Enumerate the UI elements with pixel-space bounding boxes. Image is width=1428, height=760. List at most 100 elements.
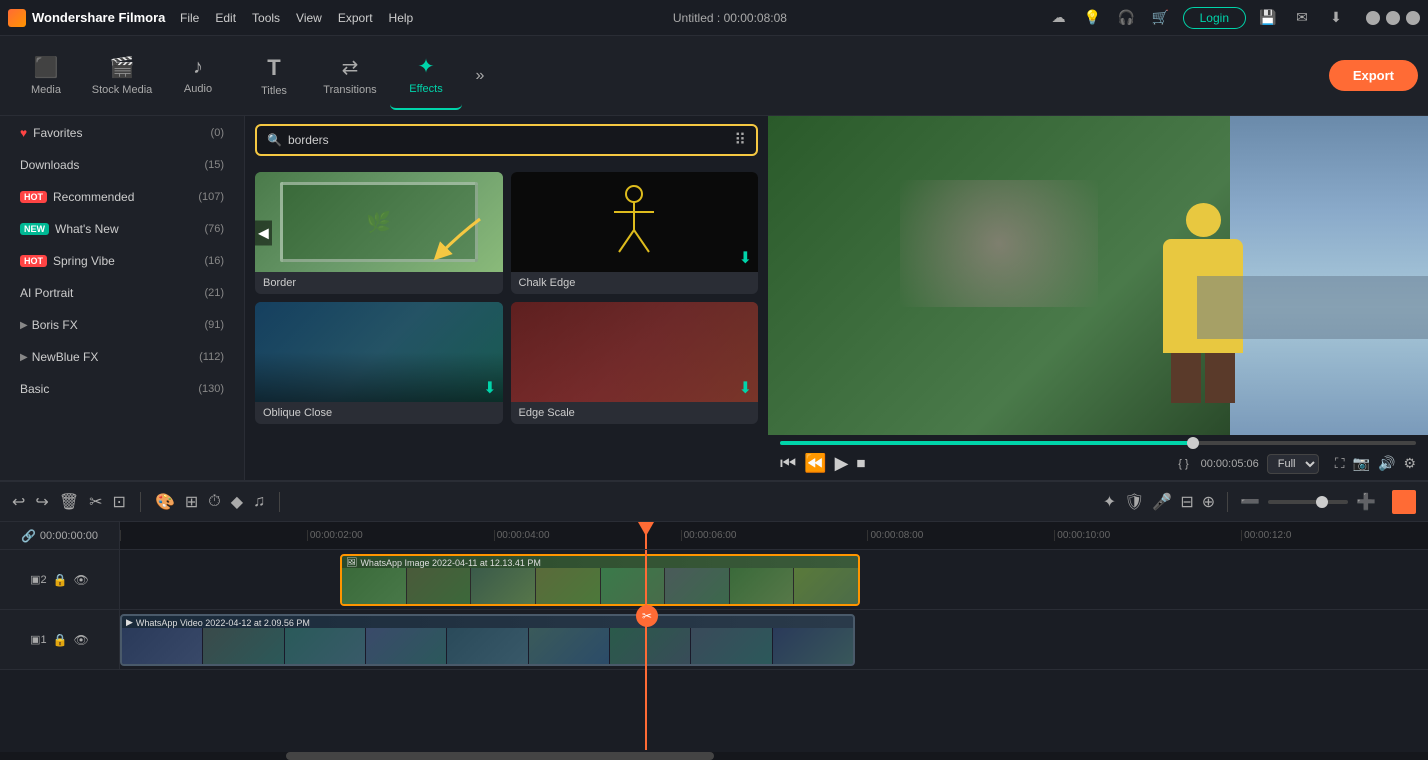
sidebar-item-downloads[interactable]: Downloads (15) bbox=[6, 150, 238, 180]
fullscreen-icon[interactable]: ⛶ bbox=[1335, 455, 1345, 472]
video-clip-2[interactable]: ▶ WhatsApp Video 2022-04-12 at 2.09.56 P… bbox=[120, 614, 855, 666]
export-button[interactable]: Export bbox=[1329, 60, 1418, 91]
tool-audio-label: Audio bbox=[184, 83, 212, 95]
effect-card-chalk-edge[interactable]: ⬇ Chalk Edge bbox=[511, 172, 759, 294]
mail-icon[interactable]: ✉ bbox=[1290, 6, 1314, 30]
tool-media[interactable]: ⬛ Media bbox=[10, 42, 82, 110]
login-button[interactable]: Login bbox=[1183, 7, 1246, 29]
edge-scale-download-icon[interactable]: ⬇ bbox=[739, 378, 752, 398]
timeline-ruler: 🔗 00:00:00:00 00:00:02:00 00:00:04:00 00… bbox=[0, 522, 1428, 550]
maximize-button[interactable]: □ bbox=[1386, 11, 1400, 25]
tool-stock-media[interactable]: 🎬 Stock Media bbox=[86, 42, 158, 110]
tool-transitions[interactable]: ⇄ Transitions bbox=[314, 42, 386, 110]
menu-view[interactable]: View bbox=[296, 11, 322, 25]
timeline: ↩ ↪ 🗑 ✂ ⊡ 🎨 ⊞ ⏱ ◆ ♫ ✦ 🛡 🎤 ⊟ ⊕ ➖ ➕ 🔗 bbox=[0, 480, 1428, 760]
cart-icon[interactable]: 🛒 bbox=[1149, 6, 1173, 30]
grid-toggle-icon[interactable]: ⠿ bbox=[734, 130, 746, 150]
sidebar-item-spring-vibe[interactable]: HOT Spring Vibe (16) bbox=[6, 246, 238, 276]
transform-button[interactable]: ⊞ bbox=[185, 492, 198, 512]
shield-button[interactable]: 🛡 bbox=[1124, 492, 1144, 512]
step-back-button[interactable]: ⏪ bbox=[804, 453, 826, 474]
audio-btn[interactable]: ♫ bbox=[253, 493, 265, 511]
effects-panel: 🔍 ⠿ bbox=[245, 116, 768, 480]
download-icon[interactable]: ⬇ bbox=[1324, 6, 1348, 30]
timeline-scrollbar[interactable] bbox=[0, 752, 1428, 760]
track-1-lock-icon[interactable]: 🔒 bbox=[53, 573, 68, 587]
track-row-1: ▣2 🔒 👁 🖼 WhatsApp Image 2022-04-11 at 12… bbox=[0, 550, 1428, 610]
track-1-eye-icon[interactable]: 👁 bbox=[74, 573, 89, 587]
zoom-in-button[interactable]: ➕ bbox=[1356, 492, 1376, 512]
oblique-close-download-icon[interactable]: ⬇ bbox=[483, 378, 496, 398]
volume-icon[interactable]: 🔊 bbox=[1378, 455, 1395, 472]
cloud-icon[interactable]: ☁ bbox=[1047, 6, 1071, 30]
effect-border-name: Border bbox=[255, 272, 503, 294]
screenshot-icon[interactable]: 📷 bbox=[1353, 455, 1370, 472]
sidebar-item-boris-fx[interactable]: ▶ Boris FX (91) bbox=[6, 310, 238, 340]
track-2-lock-icon[interactable]: 🔒 bbox=[53, 633, 68, 647]
link-icon[interactable]: 🔗 bbox=[21, 529, 36, 543]
redo-button[interactable]: ↪ bbox=[35, 492, 48, 512]
scroll-left-arrow[interactable]: ◀ bbox=[255, 221, 272, 246]
effect-card-oblique-close[interactable]: ⬇ Oblique Close bbox=[255, 302, 503, 424]
sidebar-item-favorites[interactable]: ♥ Favorites (0) bbox=[6, 118, 238, 148]
save-icon[interactable]: 💾 bbox=[1256, 6, 1280, 30]
split-button[interactable]: ⊟ bbox=[1180, 492, 1193, 512]
effect-thumb-border: 🌿 bbox=[255, 172, 503, 272]
chalk-edge-download-icon[interactable]: ⬇ bbox=[739, 248, 752, 268]
tool-audio[interactable]: ♪ Audio bbox=[162, 42, 234, 110]
sidebar-boris-fx-count: (91) bbox=[204, 319, 224, 331]
headphone-icon[interactable]: 🎧 bbox=[1115, 6, 1139, 30]
progress-bar[interactable] bbox=[780, 441, 1416, 445]
sidebar-item-whats-new[interactable]: NEW What's New (76) bbox=[6, 214, 238, 244]
effects-grid-container: 🌿 Border ◀ bbox=[245, 164, 768, 432]
sidebar-recommended-count: (107) bbox=[198, 191, 224, 203]
zoom-slider[interactable] bbox=[1268, 500, 1348, 504]
tool-titles[interactable]: T Titles bbox=[238, 42, 310, 110]
cut-button[interactable]: ✂ bbox=[89, 492, 102, 512]
delete-button[interactable]: 🗑 bbox=[59, 492, 79, 512]
stock-media-icon: 🎬 bbox=[110, 55, 135, 80]
timer-button[interactable]: ⏱ bbox=[208, 493, 220, 511]
keyframe-button[interactable]: ◆ bbox=[231, 492, 243, 512]
sidebar: ♥ Favorites (0) Downloads (15) HOT Recom… bbox=[0, 116, 245, 480]
menu-help[interactable]: Help bbox=[389, 11, 414, 25]
sidebar-item-basic[interactable]: Basic (130) bbox=[6, 374, 238, 404]
tool-effects[interactable]: ✦ Effects bbox=[390, 42, 462, 110]
more-tools-button[interactable]: » bbox=[466, 62, 494, 90]
minimize-button[interactable]: — bbox=[1366, 11, 1380, 25]
close-button[interactable]: ✕ bbox=[1406, 11, 1420, 25]
track-label-2: ▣1 🔒 👁 bbox=[0, 610, 120, 669]
bulb-icon[interactable]: 💡 bbox=[1081, 6, 1105, 30]
color-button[interactable]: 🎨 bbox=[155, 492, 175, 512]
track-2-eye-icon[interactable]: 👁 bbox=[74, 633, 89, 647]
effects-tl-button[interactable]: ✦ bbox=[1103, 492, 1116, 512]
menu-edit[interactable]: Edit bbox=[215, 11, 236, 25]
transitions-icon: ⇄ bbox=[342, 55, 359, 80]
sidebar-item-ai-portrait[interactable]: AI Portrait (21) bbox=[6, 278, 238, 308]
crop-button[interactable]: ⊡ bbox=[113, 492, 126, 512]
menu-export[interactable]: Export bbox=[338, 11, 373, 25]
search-input[interactable] bbox=[288, 133, 728, 147]
menu-tools[interactable]: Tools bbox=[252, 11, 280, 25]
effect-thumb-edge bbox=[511, 302, 759, 402]
quality-select[interactable]: Full 1/2 1/4 bbox=[1267, 454, 1319, 474]
zoom-out-button[interactable]: ➖ bbox=[1240, 492, 1260, 512]
effect-card-border[interactable]: 🌿 Border ◀ bbox=[255, 172, 503, 294]
sidebar-item-newblue-fx[interactable]: ▶ NewBlue FX (112) bbox=[6, 342, 238, 372]
video-clip-1[interactable]: 🖼 WhatsApp Image 2022-04-11 at 12.13.41 … bbox=[340, 554, 860, 606]
effect-chalk-edge-name: Chalk Edge bbox=[511, 272, 759, 294]
undo-button[interactable]: ↩ bbox=[12, 492, 25, 512]
skip-back-button[interactable]: ⏮ bbox=[780, 453, 796, 474]
sidebar-item-recommended[interactable]: HOT Recommended (107) bbox=[6, 182, 238, 212]
effects-icon: ✦ bbox=[418, 54, 435, 79]
main-area: ♥ Favorites (0) Downloads (15) HOT Recom… bbox=[0, 116, 1428, 480]
effect-card-edge-scale[interactable]: ⬇ Edge Scale bbox=[511, 302, 759, 424]
play-button[interactable]: ▶ bbox=[835, 453, 849, 474]
mic-button[interactable]: 🎤 bbox=[1152, 492, 1172, 512]
clip-1-filmstrip bbox=[342, 568, 858, 606]
stop-button[interactable]: ⏹ bbox=[856, 453, 865, 474]
sidebar-whats-new-count: (76) bbox=[204, 223, 224, 235]
picture-in-picture-button[interactable]: ⊕ bbox=[1202, 492, 1215, 512]
settings-icon[interactable]: ⚙ bbox=[1403, 455, 1416, 472]
menu-file[interactable]: File bbox=[180, 11, 199, 25]
